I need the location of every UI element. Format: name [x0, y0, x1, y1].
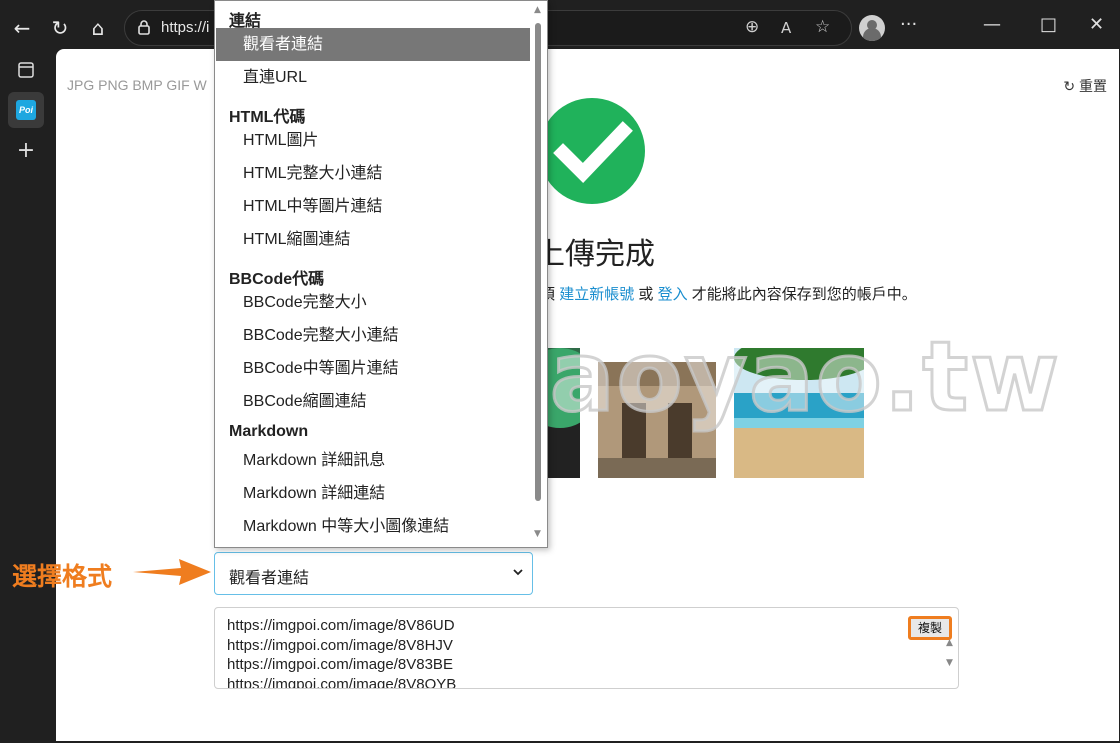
scroll-up-icon[interactable]: ▲ — [534, 5, 541, 15]
embed-code-line: https://imgpoi.com/image/8V86UD — [227, 617, 455, 634]
format-select-value: 觀看者連結 — [229, 570, 310, 587]
new-tab-icon[interactable]: + — [14, 138, 38, 163]
option-markdown-medium-link[interactable]: Markdown 中等大小圖像連結 — [216, 510, 530, 543]
reset-icon: ↻ — [1063, 78, 1076, 94]
minimize-icon[interactable]: — — [983, 14, 1001, 35]
option-markdown-detail-link[interactable]: Markdown 詳細連結 — [216, 477, 530, 510]
option-html-image[interactable]: HTML圖片 — [216, 124, 530, 157]
browser-title-bar: ← ↻ ⌂ https://i ⊕ A ☆ ··· — □ ✕ — [0, 0, 1120, 56]
embed-code-line: https://imgpoi.com/image/8V83BE — [227, 656, 453, 673]
favorite-star-icon[interactable]: ☆ — [815, 17, 830, 37]
scrollbar-thumb[interactable] — [535, 23, 541, 501]
option-viewer-link[interactable]: 觀看者連結 — [216, 28, 530, 61]
supported-formats: JPG PNG BMP GIF W — [67, 77, 207, 93]
textarea-scrollbar[interactable]: ▲ ▼ — [946, 638, 956, 668]
reset-label: 重置 — [1079, 78, 1107, 94]
option-html-full-link[interactable]: HTML完整大小連結 — [216, 157, 530, 190]
option-bbcode-thumb-link[interactable]: BBCode縮圖連結 — [216, 385, 530, 418]
or-text: 或 — [638, 286, 654, 303]
option-html-medium-link[interactable]: HTML中等圖片連結 — [216, 190, 530, 223]
embed-code-textarea[interactable]: https://imgpoi.com/image/8V86UD https://… — [214, 607, 959, 689]
home-icon[interactable]: ⌂ — [84, 14, 112, 42]
success-check-icon — [539, 98, 645, 204]
login-prompt: 須 建立新帳號 或 登入 才能將此內容保存到您的帳戶中。 — [540, 283, 917, 304]
format-dropdown-list[interactable]: 連結 觀看者連結 直連URL HTML代碼 HTML圖片 HTML完整大小連結 … — [214, 0, 548, 548]
maximize-icon[interactable]: □ — [1040, 14, 1057, 35]
format-select[interactable]: 觀看者連結 — [214, 552, 533, 595]
chevron-down-icon — [513, 569, 523, 576]
scroll-down-icon[interactable]: ▼ — [534, 529, 541, 539]
embed-code-line: https://imgpoi.com/image/8V8HJV — [227, 636, 453, 654]
option-bbcode-full-link[interactable]: BBCode完整大小連結 — [216, 319, 530, 352]
option-group-markdown: Markdown — [229, 423, 309, 440]
read-aloud-icon[interactable]: A — [781, 19, 791, 37]
option-markdown-details[interactable]: Markdown 詳細訊息 — [216, 444, 530, 477]
copy-button[interactable]: 複製 — [908, 616, 952, 640]
login-suffix: 才能將此內容保存到您的帳戶中。 — [691, 286, 917, 303]
address-url[interactable]: https://i — [161, 19, 209, 36]
option-html-thumb-link[interactable]: HTML縮圖連結 — [216, 223, 530, 256]
close-icon[interactable]: ✕ — [1089, 14, 1104, 35]
dropdown-scrollbar[interactable]: ▲ ▼ — [533, 5, 543, 543]
more-menu-icon[interactable]: ··· — [900, 14, 917, 35]
refresh-icon[interactable]: ↻ — [46, 14, 74, 42]
option-direct-url[interactable]: 直連URL — [216, 61, 530, 94]
browser-sidebar: Poi + — [0, 56, 56, 743]
tab-actions-icon[interactable] — [14, 60, 38, 84]
back-icon[interactable]: ← — [8, 14, 36, 42]
lock-icon — [138, 20, 150, 35]
embed-code-line: https://imgpoi.com/image/8V8OYB — [227, 675, 457, 689]
option-bbcode-full[interactable]: BBCode完整大小 — [216, 286, 530, 319]
annotation-arrow-icon — [133, 559, 211, 585]
site-favicon-icon[interactable]: Poi — [16, 100, 36, 120]
embed-code-lines: https://imgpoi.com/image/8V86UD https://… — [227, 616, 457, 689]
login-link[interactable]: 登入 — [658, 286, 688, 303]
annotation-label: 選擇格式 — [12, 562, 113, 591]
profile-avatar[interactable] — [859, 15, 885, 41]
reset-button[interactable]: ↻ 重置 — [1063, 76, 1107, 96]
upload-complete-title: 上傳完成 — [535, 237, 655, 272]
zoom-icon[interactable]: ⊕ — [745, 17, 759, 37]
register-link[interactable]: 建立新帳號 — [559, 286, 634, 303]
option-bbcode-medium-link[interactable]: BBCode中等圖片連結 — [216, 352, 530, 385]
